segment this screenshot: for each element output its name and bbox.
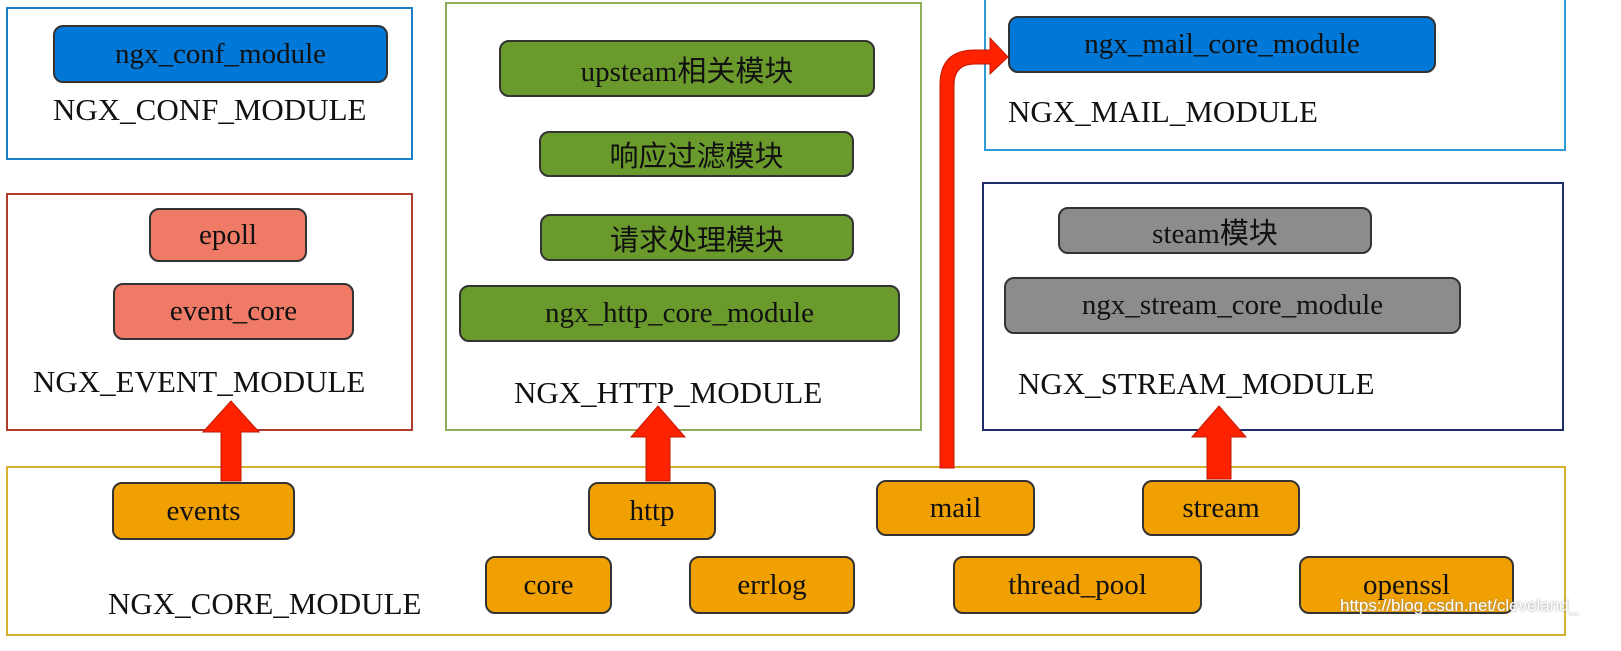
arrows-layer [201,36,1248,482]
stream-to-stream-arrow [1190,405,1248,480]
watermark: https://blog.csdn.net/cleveland_ [1340,596,1579,615]
mail-to-mail-arrow [939,36,1009,469]
events-to-event-arrow [201,400,261,482]
module-diagram: ngx_conf_module NGX_CONF_MODULE epoll ev… [0,0,1621,651]
http-to-http-arrow [629,405,687,482]
